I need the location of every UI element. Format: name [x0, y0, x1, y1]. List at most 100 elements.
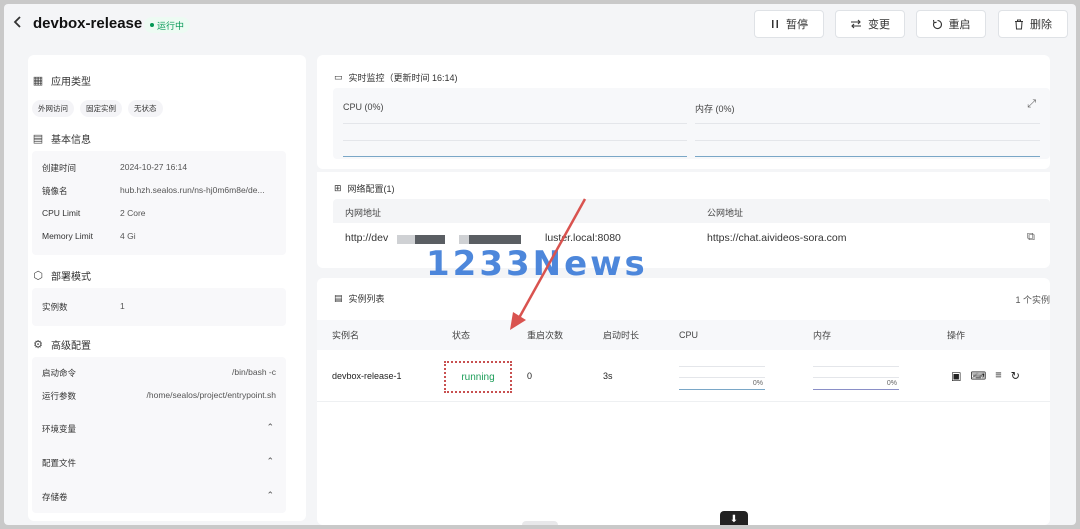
delete-label: 删除: [1030, 19, 1052, 31]
memory-grid-line: [695, 123, 1040, 124]
start-command-value: /bin/bash -c: [232, 367, 276, 377]
network-icon: ⊞: [334, 183, 342, 193]
created-value: 2024-10-27 16:14: [120, 162, 188, 172]
expand-icon[interactable]: ⤢: [1027, 98, 1036, 111]
pause-button[interactable]: 暂停: [754, 10, 824, 38]
cpu-percent: 0%: [752, 380, 763, 387]
public-address-link[interactable]: https://chat.aivideos-sora.com: [707, 232, 846, 244]
memory-grid-line: [695, 140, 1040, 141]
series-line: [679, 389, 765, 390]
basic-info-label: 基本信息: [51, 135, 91, 146]
chevron-left-icon: [13, 16, 21, 28]
network-title-text: 网络配置(1): [347, 184, 395, 194]
instance-status: running: [444, 361, 512, 393]
change-button[interactable]: 变更: [835, 10, 905, 38]
download-icon[interactable]: ⬇: [720, 511, 748, 525]
memory-chart-label: 内存 (0%): [695, 104, 735, 114]
cpu-grid-line: [343, 123, 687, 124]
terminal-icon[interactable]: ⌨: [970, 369, 986, 382]
instance-table-header: 实例名 状态 重启次数 启动时长 CPU 内存 操作: [317, 320, 1050, 350]
trash-icon: [1015, 19, 1023, 29]
instance-count: 1 个实例: [1015, 295, 1050, 305]
series-line: [813, 389, 899, 390]
grid-icon: ▦: [32, 75, 44, 87]
app-type-tags: 外网访问 固定实例 无状态: [32, 100, 163, 117]
col-status: 状态: [452, 330, 471, 341]
grid-line: [679, 377, 765, 378]
app-type-title: ▦ 应用类型: [32, 73, 91, 88]
image-label: 镜像名: [42, 186, 68, 196]
volumes-toggle[interactable]: 存储卷 ⌃: [32, 485, 286, 511]
cube-icon: ⬡: [33, 270, 43, 282]
network-title: ⊞ 网络配置(1): [334, 182, 395, 195]
restart-label: 重启: [948, 19, 971, 31]
col-uptime: 启动时长: [603, 330, 640, 341]
cpu-limit-value: 2 Core: [120, 208, 146, 218]
col-memory: 内存: [813, 330, 832, 341]
restart-icon[interactable]: ↻: [1011, 369, 1020, 382]
advanced-config-label: 高级配置: [51, 341, 91, 352]
col-cpu: CPU: [679, 330, 699, 340]
network-table-header: 内网地址 公网地址: [333, 199, 1050, 223]
cpu-limit-label: CPU Limit: [42, 208, 81, 218]
env-vars-toggle[interactable]: 环境变量 ⌃: [32, 417, 286, 443]
status-badge: 运行中: [144, 17, 191, 33]
monitor-panel: ▭ 实时监控（更新时间 16:14) CPU (0%) 内存 (0%) ⤢: [317, 55, 1050, 169]
deploy-mode-label: 部署模式: [51, 272, 91, 283]
instance-panel: ▤ 实例列表 1 个实例 实例名 状态 重启次数 启动时长 CPU 内存 操作 …: [317, 278, 1050, 525]
details-panel: ▦ 应用类型 外网访问 固定实例 无状态 ▤ 基本信息 创建时间 2024-10…: [28, 55, 306, 521]
delete-button[interactable]: 删除: [998, 10, 1068, 38]
replicas-value: 1: [120, 301, 125, 311]
restart-count: 0: [527, 370, 533, 381]
memory-limit-label: Memory Limit: [42, 231, 94, 241]
pause-label: 暂停: [786, 19, 808, 31]
config-files-toggle[interactable]: 配置文件 ⌃: [32, 451, 286, 477]
replicas-label: 实例数: [42, 302, 68, 312]
memory-percent: 0%: [886, 380, 897, 387]
tag-stateless: 无状态: [128, 100, 163, 117]
volumes-label: 存储卷: [42, 492, 68, 502]
config-files-label: 配置文件: [42, 458, 77, 468]
instance-list-title-text: 实例列表: [348, 294, 385, 304]
watermark: 1233News: [426, 244, 648, 284]
row-actions: ▣ ⌨ ≡ ↻: [951, 369, 1020, 382]
env-vars-label: 环境变量: [42, 424, 77, 434]
deploy-mode-title: ⬡ 部署模式: [32, 268, 91, 283]
col-restarts: 重启次数: [527, 330, 564, 341]
scroll-indicator: [522, 521, 558, 525]
basic-info-box: 创建时间 2024-10-27 16:14 镜像名 hub.hzh.sealos…: [32, 151, 286, 255]
internal-address-suffix: luster.local:8080: [545, 232, 621, 244]
chevron-up-icon: ⌃: [266, 456, 274, 466]
chevron-up-icon: ⌃: [266, 490, 274, 500]
advanced-config-box: 启动命令 /bin/bash -c 运行参数 /home/sealos/proj…: [32, 357, 286, 513]
app-type-label: 应用类型: [51, 77, 91, 88]
logs-icon[interactable]: ≡: [995, 369, 1001, 382]
tag-fixed-instance: 固定实例: [80, 100, 122, 117]
gear-icon: ⚙: [33, 339, 43, 351]
tag-public-access: 外网访问: [32, 100, 74, 117]
redaction: [415, 235, 445, 244]
redaction: [459, 235, 469, 244]
restart-icon: [932, 19, 942, 29]
instance-name: devbox-release-1: [332, 370, 402, 381]
document-icon: ▤: [32, 133, 44, 145]
run-args-label: 运行参数: [42, 391, 77, 401]
page-title: devbox-release: [33, 15, 143, 32]
cpu-grid-line: [343, 140, 687, 141]
back-button[interactable]: [12, 15, 32, 35]
status-dot-icon: [150, 23, 154, 27]
page-header: devbox-release 运行中 暂停 变更 重启 删除: [4, 4, 1076, 46]
monitor-title-text: 实时监控（更新时间 16:14): [348, 73, 458, 83]
basic-info-title: ▤ 基本信息: [32, 131, 91, 146]
copy-icon[interactable]: ⧉: [1027, 231, 1035, 244]
advanced-config-title: ⚙ 高级配置: [32, 337, 91, 352]
col-name: 实例名: [332, 330, 360, 341]
col-actions: 操作: [947, 330, 966, 341]
internal-address-prefix: http://dev: [345, 232, 389, 244]
calendar-icon[interactable]: ▣: [951, 369, 961, 382]
memory-mini-chart: 0%: [813, 366, 899, 392]
status-text: running: [461, 371, 495, 383]
cpu-chart-label: CPU (0%): [343, 102, 384, 112]
restart-button[interactable]: 重启: [916, 10, 986, 38]
internal-address-header: 内网地址: [345, 208, 382, 218]
